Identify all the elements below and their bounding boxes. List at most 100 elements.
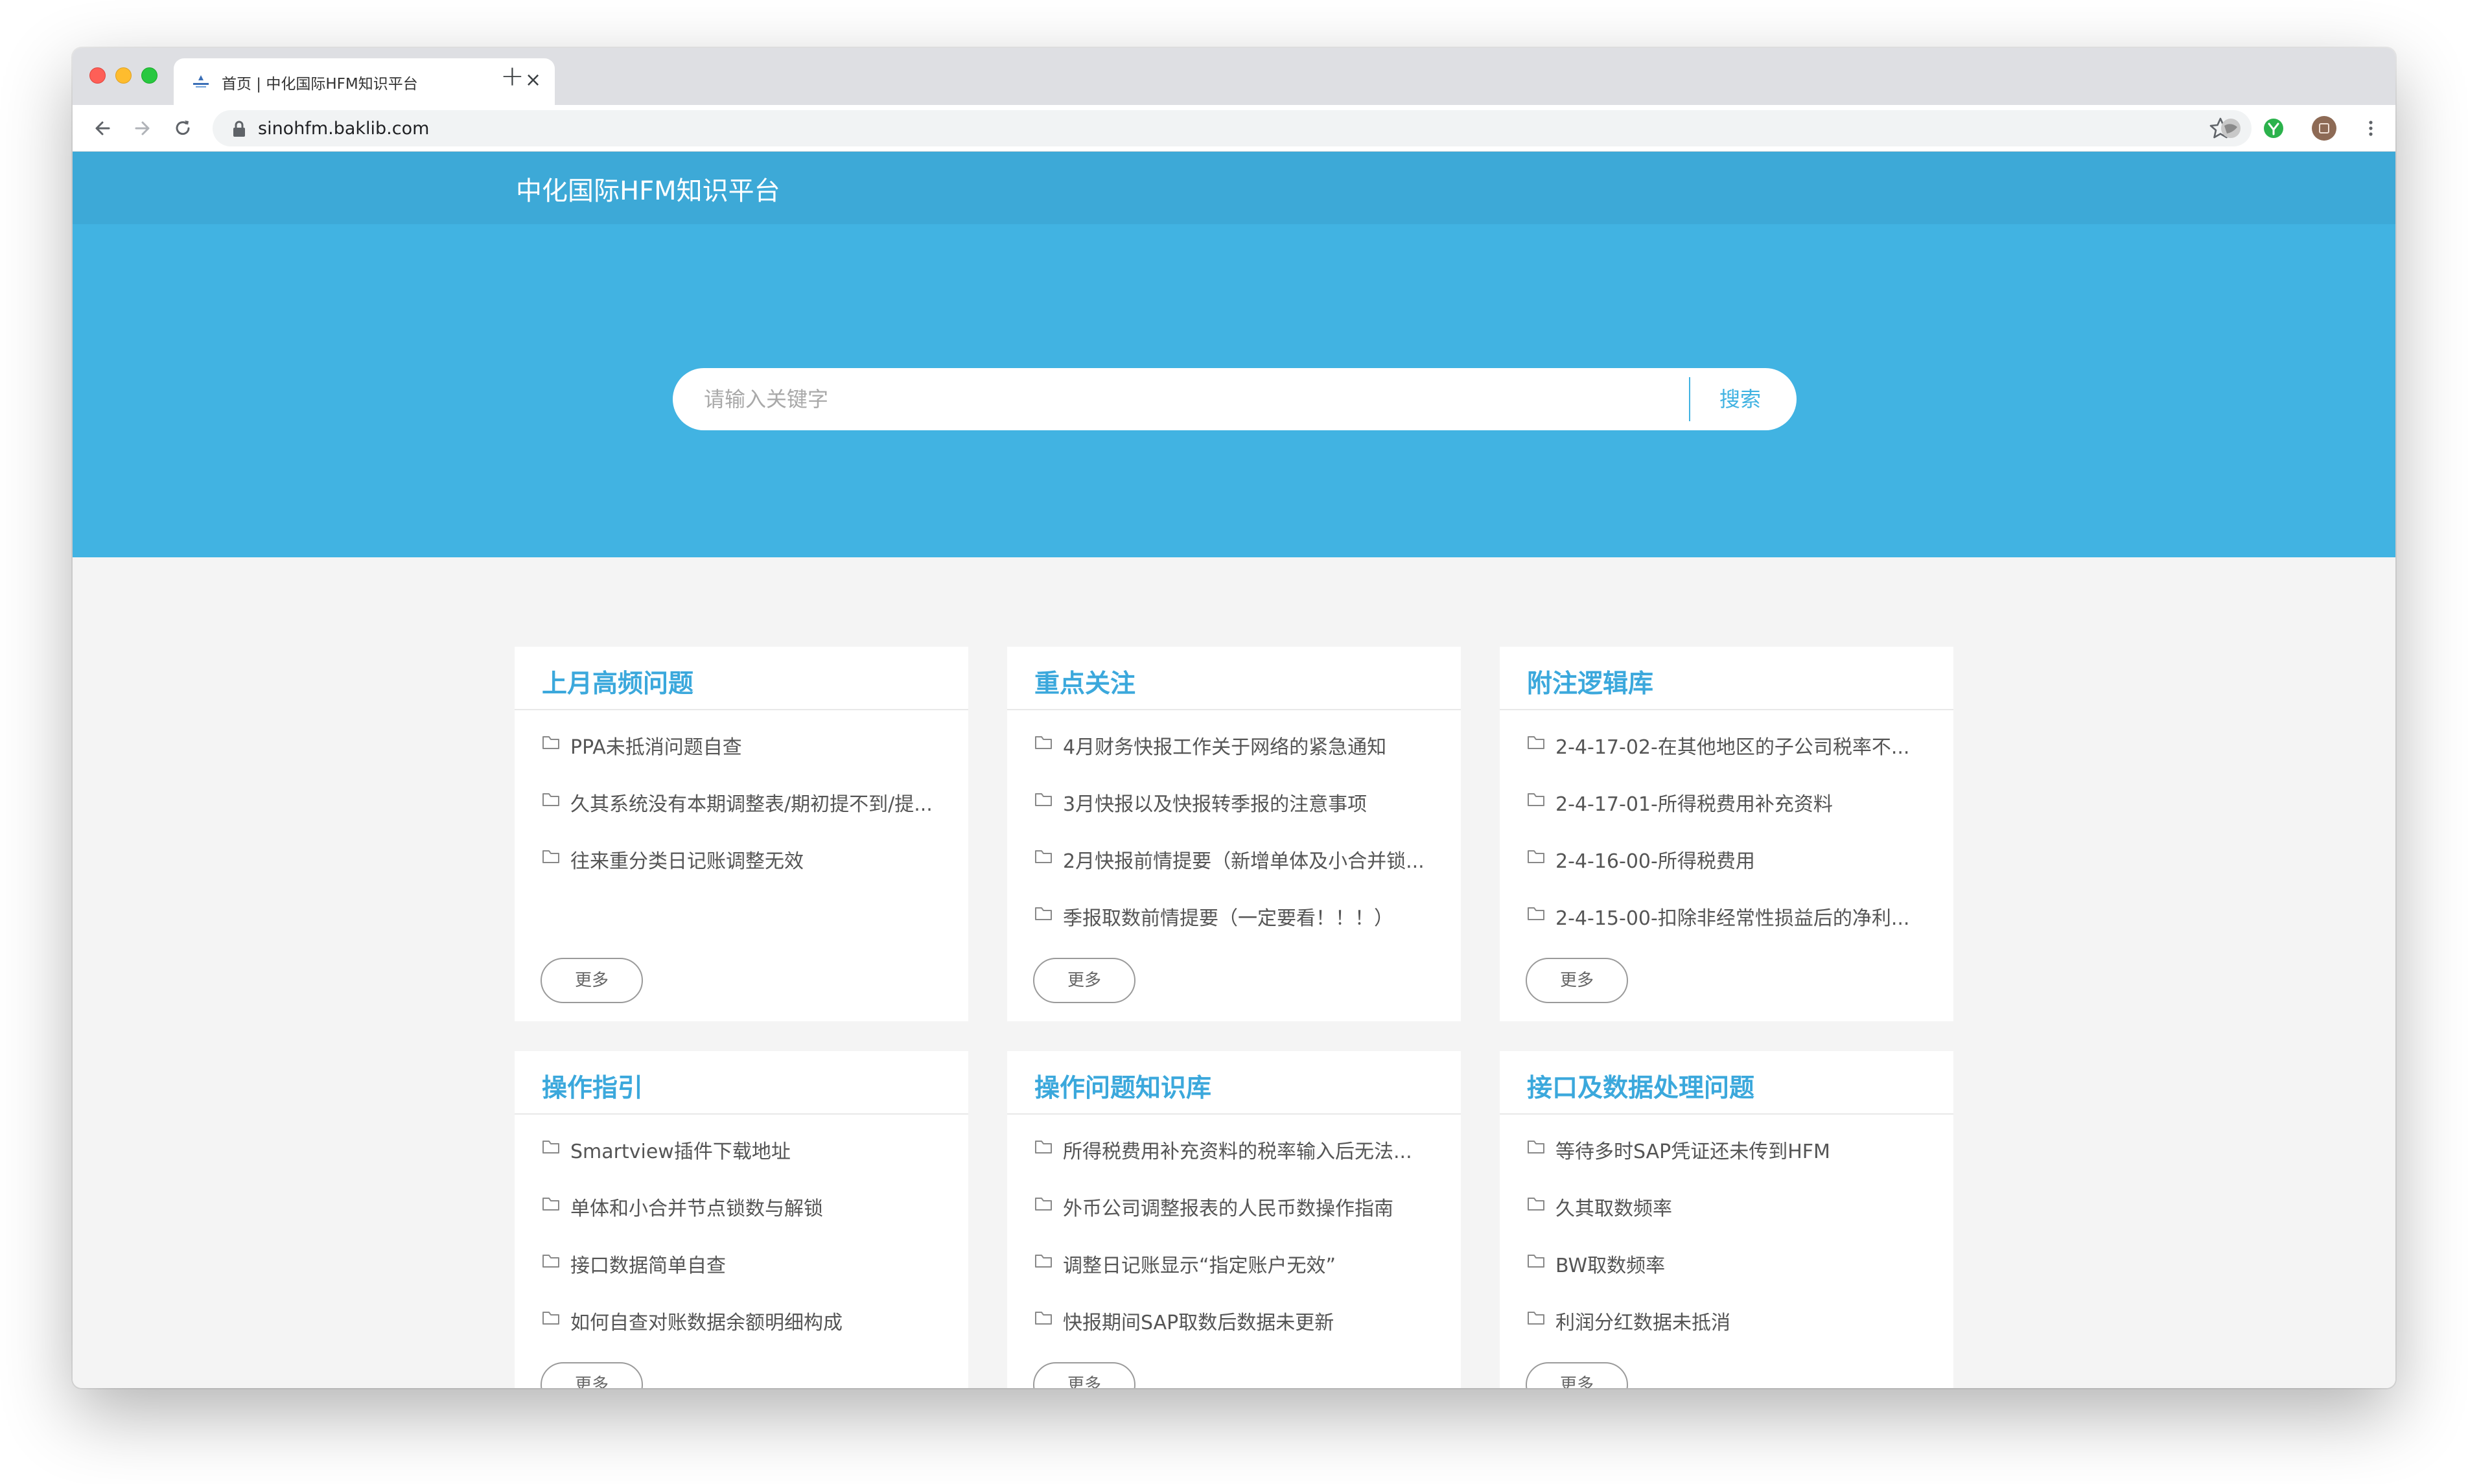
article-link[interactable]: 单体和小合并节点锁数与解锁 [570, 1192, 823, 1221]
tab-strip: 首页 | 中化国际HFM知识平台 × + [73, 48, 2395, 105]
card-header: 操作问题知识库 [1007, 1051, 1461, 1115]
folder-icon [1035, 1255, 1052, 1268]
article-link[interactable]: 季报取数前情提要（一定要看！！！） [1063, 902, 1393, 931]
list-item[interactable]: 外币公司调整报表的人民币数操作指南 [1034, 1194, 1443, 1251]
folder-icon [1035, 850, 1052, 863]
browser-window: 首页 | 中化国际HFM知识平台 × + sinohfm.baklib.com [73, 48, 2395, 1388]
back-arrow-icon[interactable] [91, 117, 114, 140]
article-link[interactable]: 调整日记账显示“指定账户无效” [1063, 1249, 1336, 1278]
article-link[interactable]: 等待多时SAP凭证还未传到HFM [1555, 1135, 1830, 1164]
card-title[interactable]: 操作问题知识库 [1034, 1068, 1211, 1104]
list-item[interactable]: 季报取数前情提要（一定要看！！！） [1034, 903, 1443, 960]
list-item[interactable]: 3月快报以及快报转季报的注意事项 [1034, 789, 1443, 846]
article-link[interactable]: 利润分红数据未抵消 [1555, 1306, 1730, 1335]
folder-icon [1528, 1255, 1544, 1268]
list-item[interactable]: Smartview插件下载地址 [542, 1137, 950, 1194]
list-item[interactable]: 接口数据简单自查 [542, 1251, 950, 1308]
more-button[interactable]: 更多 [1033, 958, 1135, 1003]
article-link[interactable]: 2-4-17-02-在其他地区的子公司税率不... [1555, 731, 1909, 759]
card-title[interactable]: 附注逻辑库 [1527, 664, 1653, 700]
address-bar[interactable]: sinohfm.baklib.com [213, 110, 2252, 146]
extension-globe-icon[interactable] [2219, 117, 2242, 140]
extension-green-icon[interactable] [2262, 117, 2285, 140]
folder-icon [542, 1198, 559, 1211]
article-link[interactable]: 2月快报前情提要（新增单体及小合并锁... [1063, 845, 1425, 874]
maximize-window-button[interactable] [141, 67, 157, 84]
article-link[interactable]: 4月财务快报工作关于网络的紧急通知 [1063, 731, 1386, 759]
tab-close-icon[interactable]: × [525, 67, 541, 93]
list-item[interactable]: 等待多时SAP凭证还未传到HFM [1527, 1137, 1935, 1194]
card-operation-guide: 操作指引 Smartview插件下载地址 单体和小合并节点锁数与解锁 接口数据简… [515, 1051, 968, 1388]
article-link[interactable]: BW取数频率 [1555, 1249, 1665, 1278]
card-title[interactable]: 重点关注 [1034, 664, 1135, 700]
list-item[interactable]: 2-4-15-00-扣除非经常性损益后的净利... [1527, 903, 1935, 960]
reload-icon[interactable] [171, 117, 194, 140]
search-divider [1689, 377, 1690, 421]
article-link[interactable]: Smartview插件下载地址 [570, 1135, 791, 1164]
article-link[interactable]: 2-4-17-01-所得税费用补充资料 [1555, 788, 1833, 817]
folder-icon [542, 793, 559, 806]
search-button[interactable]: 搜索 [1705, 384, 1776, 415]
article-list: 所得税费用补充资料的税率输入后无法... 外币公司调整报表的人民币数操作指南 调… [1034, 1137, 1443, 1365]
list-item[interactable]: 2-4-16-00-所得税费用 [1527, 846, 1935, 903]
list-item[interactable]: 4月财务快报工作关于网络的紧急通知 [1034, 732, 1443, 789]
article-link[interactable]: 如何自查对账数据余额明细构成 [570, 1306, 843, 1335]
list-item[interactable]: 久其系统没有本期调整表/期初提不到/提... [542, 789, 950, 846]
site-title[interactable]: 中化国际HFM知识平台 [516, 170, 780, 207]
article-link[interactable]: 往来重分类日记账调整无效 [570, 845, 804, 874]
article-link[interactable]: 2-4-16-00-所得税费用 [1555, 845, 1755, 874]
article-link[interactable]: 快报期间SAP取数后数据未更新 [1063, 1306, 1334, 1335]
folder-icon [542, 850, 559, 863]
article-link[interactable]: 2-4-15-00-扣除非经常性损益后的净利... [1555, 902, 1909, 931]
list-item[interactable]: 调整日记账显示“指定账户无效” [1034, 1251, 1443, 1308]
list-item[interactable]: 单体和小合并节点锁数与解锁 [542, 1194, 950, 1251]
article-list: 等待多时SAP凭证还未传到HFM 久其取数频率 BW取数频率 利润分红数据未抵消 [1527, 1137, 1935, 1365]
list-item[interactable]: 快报期间SAP取数后数据未更新 [1034, 1308, 1443, 1365]
more-button[interactable]: 更多 [1033, 1362, 1135, 1388]
more-button[interactable]: 更多 [1526, 958, 1628, 1003]
card-header: 重点关注 [1007, 647, 1461, 710]
folder-icon [1035, 793, 1052, 806]
list-item[interactable]: 久其取数频率 [1527, 1194, 1935, 1251]
folder-icon [542, 1255, 559, 1268]
list-item[interactable]: PPA未抵消问题自查 [542, 732, 950, 789]
more-button[interactable]: 更多 [541, 958, 643, 1003]
search-input[interactable] [704, 368, 1676, 430]
article-link[interactable]: 接口数据简单自查 [570, 1249, 726, 1278]
list-item[interactable]: 所得税费用补充资料的税率输入后无法... [1034, 1137, 1443, 1194]
list-item[interactable]: 2-4-17-01-所得税费用补充资料 [1527, 789, 1935, 846]
minimize-window-button[interactable] [115, 67, 132, 84]
article-link[interactable]: 3月快报以及快报转季报的注意事项 [1063, 788, 1367, 817]
list-item[interactable]: 往来重分类日记账调整无效 [542, 846, 950, 903]
page-content: 中化国际HFM知识平台 搜索 上月高频问题 PPA未抵消问题自查 久其 [73, 152, 2395, 1388]
forward-arrow-icon[interactable] [131, 117, 154, 140]
new-tab-button[interactable]: + [500, 62, 524, 91]
more-menu-icon[interactable] [2359, 117, 2382, 140]
article-link[interactable]: PPA未抵消问题自查 [570, 731, 742, 759]
card-title[interactable]: 上月高频问题 [542, 664, 693, 700]
article-link[interactable]: 所得税费用补充资料的税率输入后无法... [1063, 1135, 1412, 1164]
active-tab[interactable]: 首页 | 中化国际HFM知识平台 × [174, 58, 555, 105]
lock-icon [233, 121, 245, 137]
hero-banner: 搜索 [73, 224, 2395, 557]
profile-avatar[interactable] [2311, 115, 2337, 141]
folder-icon [1528, 907, 1544, 920]
list-item[interactable]: BW取数频率 [1527, 1251, 1935, 1308]
close-window-button[interactable] [89, 67, 106, 84]
article-link[interactable]: 久其取数频率 [1555, 1192, 1672, 1221]
more-button[interactable]: 更多 [541, 1362, 643, 1388]
list-item[interactable]: 如何自查对账数据余额明细构成 [542, 1308, 950, 1365]
article-link[interactable]: 外币公司调整报表的人民币数操作指南 [1063, 1192, 1393, 1221]
list-item[interactable]: 2-4-17-02-在其他地区的子公司税率不... [1527, 732, 1935, 789]
article-link[interactable]: 久其系统没有本期调整表/期初提不到/提... [570, 788, 933, 817]
list-item[interactable]: 利润分红数据未抵消 [1527, 1308, 1935, 1365]
card-header: 附注逻辑库 [1500, 647, 1953, 710]
folder-icon [1528, 1198, 1544, 1211]
folder-icon [542, 1141, 559, 1154]
article-list: Smartview插件下载地址 单体和小合并节点锁数与解锁 接口数据简单自查 如… [542, 1137, 950, 1365]
list-item[interactable]: 2月快报前情提要（新增单体及小合并锁... [1034, 846, 1443, 903]
card-title[interactable]: 操作指引 [542, 1068, 643, 1104]
site-favicon-icon [193, 75, 209, 87]
card-title[interactable]: 接口及数据处理问题 [1527, 1068, 1754, 1104]
more-button[interactable]: 更多 [1526, 1362, 1628, 1388]
